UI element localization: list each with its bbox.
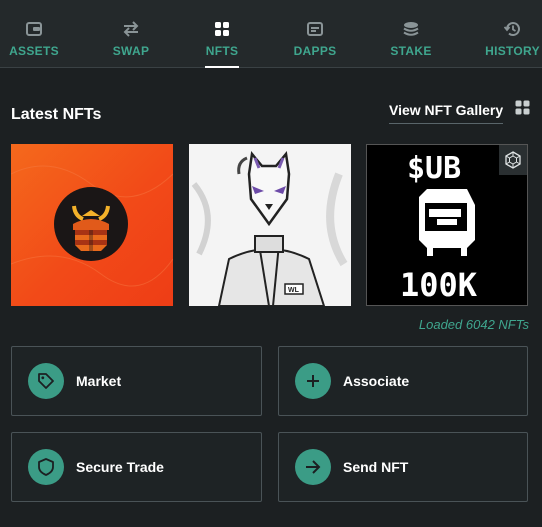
market-button[interactable]: Market bbox=[11, 346, 262, 416]
tab-label: STAKE bbox=[390, 44, 432, 58]
badge-text: WL bbox=[288, 287, 300, 294]
gallery-link-label: View NFT Gallery bbox=[389, 102, 504, 124]
nft-card-samurai[interactable] bbox=[11, 144, 173, 306]
view-nft-gallery-link[interactable]: View NFT Gallery bbox=[389, 98, 530, 128]
tab-label: NFTS bbox=[205, 44, 239, 58]
action-label: Send NFT bbox=[343, 459, 409, 475]
action-label: Associate bbox=[343, 373, 410, 389]
secure-trade-button[interactable]: Secure Trade bbox=[11, 432, 262, 502]
tag-icon bbox=[28, 363, 64, 399]
shield-icon bbox=[28, 449, 64, 485]
coin-stack-icon bbox=[402, 20, 420, 38]
swap-arrows-icon bbox=[122, 20, 140, 38]
loaded-count-text: Loaded 6042 NFTs bbox=[418, 317, 529, 332]
history-icon bbox=[504, 20, 522, 38]
nft-card-fox-mask[interactable]: WL bbox=[189, 144, 351, 306]
tab-label: DAPPS bbox=[293, 44, 337, 58]
tab-dapps[interactable]: DAPPS bbox=[292, 0, 338, 68]
send-nft-button[interactable]: Send NFT bbox=[278, 432, 528, 502]
tab-label: SWAP bbox=[112, 44, 150, 58]
wallet-icon bbox=[25, 20, 43, 38]
hexagon-network-icon bbox=[505, 151, 521, 169]
tab-history[interactable]: HISTORY bbox=[483, 0, 542, 68]
action-label: Secure Trade bbox=[76, 459, 164, 475]
tab-label: ASSETS bbox=[9, 44, 59, 58]
section-title: Latest NFTs bbox=[11, 106, 102, 123]
plus-icon bbox=[295, 363, 331, 399]
action-label: Market bbox=[76, 373, 122, 389]
active-tab-indicator bbox=[205, 66, 239, 68]
associate-button[interactable]: Associate bbox=[278, 346, 528, 416]
nft-card-pixel-sub[interactable]: $UB 100K bbox=[366, 144, 528, 306]
browser-icon bbox=[306, 20, 324, 38]
tab-label: HISTORY bbox=[485, 44, 540, 58]
nft-bottom-text: 100K bbox=[400, 266, 478, 304]
grid-icon bbox=[213, 20, 231, 38]
tab-assets[interactable]: ASSETS bbox=[0, 0, 68, 68]
nft-top-text: $UB bbox=[407, 151, 461, 186]
tab-nfts[interactable]: NFTS bbox=[205, 0, 239, 68]
grid-icon bbox=[515, 100, 530, 120]
fox-mask-character-image: WL bbox=[189, 144, 351, 306]
samurai-helmet-image bbox=[11, 165, 173, 287]
hedera-badge bbox=[499, 145, 527, 175]
tab-swap[interactable]: SWAP bbox=[100, 0, 162, 68]
nav-tabbar: ASSETS SWAP NFTS DAPPS STAKE HISTORY bbox=[0, 0, 542, 68]
arrow-right-icon bbox=[295, 449, 331, 485]
tab-stake[interactable]: STAKE bbox=[388, 0, 434, 68]
